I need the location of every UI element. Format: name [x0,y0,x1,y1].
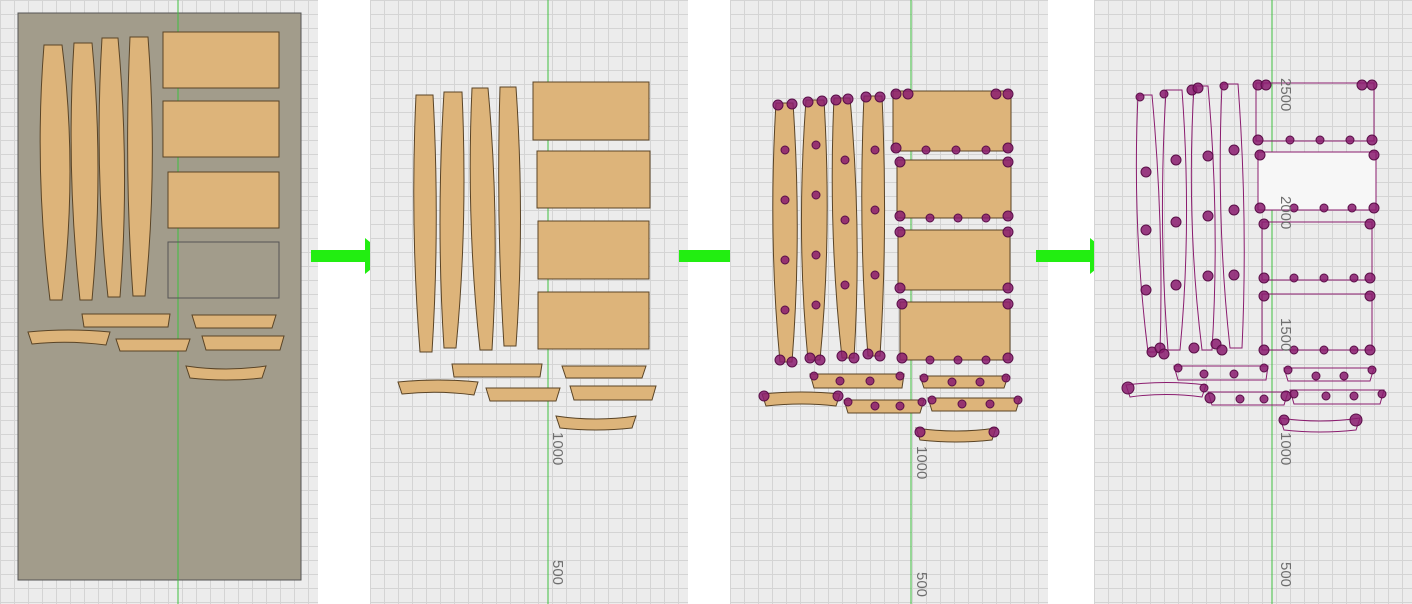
panel-3-canvas [758,0,1023,604]
panel-part [536,150,651,209]
axis-label-2500: 2500 [1277,78,1294,112]
rib-outline [1219,83,1245,349]
strip-part [843,399,925,414]
panel-part [537,291,650,350]
panel-4-canvas [1121,0,1387,604]
axis-label-2000: 2000 [1277,196,1294,230]
strip-part [27,329,111,346]
panel-outline [1261,221,1373,281]
rib-part [439,91,465,349]
strip-part [81,313,171,328]
axis-label-500: 500 [549,560,566,586]
strip-outline [1125,382,1207,398]
panel-outline [1257,151,1377,211]
panel-part [162,100,280,158]
axis-label-1000: 1000 [1277,432,1294,466]
panel-outline [1255,82,1375,142]
panel-part [892,90,1012,152]
panel-part [537,220,650,280]
strip-outline [1207,391,1289,406]
panel-part [897,229,1011,291]
rib-part [800,99,828,361]
rib-outline [1135,94,1162,353]
strip-part [927,397,1021,412]
strip-part [115,338,191,352]
strip-part [201,335,285,351]
rib-part [469,87,496,351]
panel-nodes-detected: 1000 500 [730,0,1048,604]
axis-label-1000: 1000 [549,432,566,466]
node-markers [1121,79,1387,427]
strip-part [561,365,647,379]
strip-outline [1173,365,1269,381]
panel-1-canvas [17,0,302,604]
panel-parts-arranged: 1000 500 [370,0,688,604]
strip-part [761,391,841,407]
strip-outline [1289,389,1385,405]
axis-label-1000: 1000 [913,446,930,480]
strip-part [809,373,905,389]
rib-part [831,97,858,359]
parts-group [761,90,1021,443]
rib-part [413,94,437,353]
axis-label-500: 500 [913,572,930,598]
rib-part [498,86,521,347]
panel-part [167,171,280,229]
strip-part [397,379,479,396]
strip-part [451,363,543,378]
panel-part [899,301,1011,361]
strip-part [485,387,561,402]
axis-label-1500: 1500 [1277,318,1294,352]
panel-vector-outlines: 2500 2000 1500 1000 500 [1094,0,1412,604]
strip-part [191,314,277,329]
strip-part [915,427,997,443]
panel-part [532,81,650,141]
strip-part [919,375,1009,389]
rib-part [772,102,798,363]
parts-group [397,81,657,431]
strip-outline [1279,417,1361,433]
strip-part [569,385,657,401]
panel-part [896,159,1012,219]
rib-part [861,95,886,357]
panel-part [162,31,280,89]
axis-label-500: 500 [1277,562,1294,588]
strip-part [555,415,637,431]
strip-outline [1283,367,1375,382]
panel-2-canvas [397,0,657,604]
panel-stock-sheet-layout [0,0,318,604]
rib-part [127,36,153,297]
